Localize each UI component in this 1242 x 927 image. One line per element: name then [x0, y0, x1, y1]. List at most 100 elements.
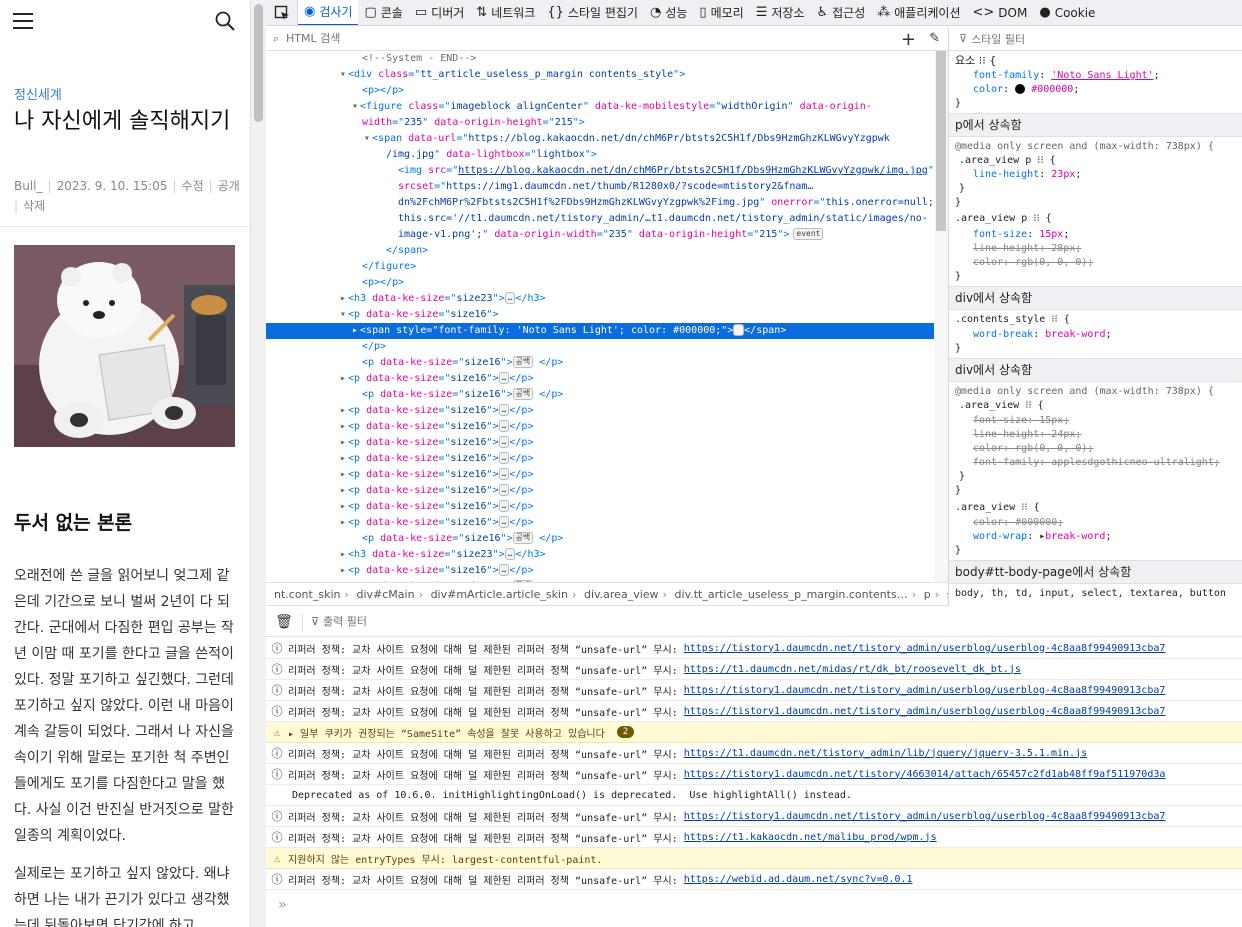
rule-declaration-overridden[interactable]: color: rgb(0, 0, 0);	[973, 256, 1093, 270]
tab-6[interactable]: ▯ 메모리	[693, 0, 749, 25]
tab-3[interactable]: ⇅ 네트워크	[470, 0, 541, 25]
console-source-link[interactable]: https://t1.kakaocdn.net/malibu_prod/wpm.…	[684, 832, 937, 843]
console-source-link[interactable]: https://tistory1.daumcdn.net/tistory_adm…	[684, 685, 1166, 696]
page-scrollbar[interactable]	[250, 0, 266, 927]
event-badge[interactable]: event	[793, 228, 824, 240]
expand-toggle-icon[interactable]: ▸	[340, 293, 346, 304]
collapsed-content-badge[interactable]: …	[498, 564, 510, 576]
markup-node[interactable]: ▾ <div class="tt_article_useless_p_margin…	[266, 67, 936, 83]
html-search-input[interactable]	[286, 32, 686, 45]
markup-node[interactable]: ▸ <p data-ke-size="size16">… </p>	[266, 515, 936, 531]
tab-0[interactable]: ◉ 검사기	[298, 0, 359, 25]
collapsed-content-badge[interactable]: …	[498, 372, 510, 384]
markup-node[interactable]: </figure>	[266, 259, 936, 275]
selected-node[interactable]: ▸ <span style="font-family: 'Noto Sans Li…	[266, 323, 936, 339]
breadcrumb-item[interactable]: nt.cont_skin	[266, 588, 348, 601]
collapsed-content-badge[interactable]: …	[504, 292, 516, 304]
rule-declaration[interactable]: font-size: 15px;	[973, 228, 1069, 242]
rule-declaration-overridden[interactable]: color: #000000;	[973, 516, 1063, 530]
delete-link[interactable]: 삭제	[23, 199, 45, 213]
rule-declaration-overridden[interactable]: font-size: 15px;	[973, 414, 1069, 428]
trash-icon[interactable]: 🗑	[266, 614, 302, 630]
console-message[interactable]: ⓘ 리퍼러 정책: 교차 사이트 요청에 대해 덜 제한된 리퍼러 정책 “uns…	[266, 701, 1242, 722]
console-message[interactable]: ⓘ 리퍼러 정책: 교차 사이트 요청에 대해 덜 제한된 리퍼러 정책 “uns…	[266, 659, 1242, 680]
post-category[interactable]: 정신세계	[14, 84, 62, 103]
markup-node[interactable]: <img src="https://blog.kakaocdn.net/dn/c…	[266, 163, 936, 179]
element-picker-icon[interactable]	[266, 0, 298, 25]
tab-2[interactable]: ▭ 디버거	[409, 0, 470, 25]
expand-toggle-icon[interactable]: ▸	[340, 549, 346, 560]
console-message[interactable]: ⚠ ▸ 일부 쿠키가 권장되는 “SameSite” 속성을 잘못 사용하고 있습…	[266, 722, 1242, 743]
expand-toggle-icon[interactable]: ▾	[364, 133, 370, 144]
collapsed-content-badge[interactable]: …	[498, 436, 510, 448]
rule-declaration[interactable]: color: #000000;	[973, 83, 1079, 97]
breadcrumb-item[interactable]: div.area_view	[572, 588, 667, 601]
console-source-link[interactable]: https://tistory1.daumcdn.net/tistory/466…	[684, 769, 1166, 780]
markup-node[interactable]: ▾ <figure class="imageblock alignCenter" …	[266, 99, 936, 115]
rule-declaration-overridden[interactable]: color: rgb(0, 0, 0);	[973, 442, 1093, 456]
rule-declaration-overridden[interactable]: font-family: applesdgothicneo-ultralight…	[973, 456, 1220, 470]
console-message[interactable]: ⓘ 리퍼러 정책: 교차 사이트 요청에 대해 덜 제한된 리퍼러 정책 “uns…	[266, 869, 1242, 890]
tab-10[interactable]: <> DOM	[967, 0, 1034, 25]
markup-node[interactable]: width="235" data-origin-height="215">	[266, 115, 936, 131]
markup-node[interactable]: ▸ <p data-ke-size="size16">… </p>	[266, 419, 936, 435]
collapsed-content-badge[interactable]: …	[498, 468, 510, 480]
post-image[interactable]	[14, 245, 235, 447]
markup-node[interactable]: <!--System - END-->	[266, 51, 936, 67]
breadcrumb-item[interactable]: div.tt_article_useless_p_margin.contents…	[663, 588, 916, 601]
collapsed-content-badge[interactable]: …	[498, 484, 510, 496]
markup-node[interactable]: </p>	[266, 339, 936, 355]
tab-8[interactable]: ♿ 접근성	[810, 0, 871, 25]
expand-toggle-icon[interactable]: ▸	[352, 325, 358, 336]
markup-node[interactable]: image-v1.png';" data-origin-width="235" …	[266, 227, 936, 243]
breadcrumb-item[interactable]: div#mArticle.article_skin	[419, 588, 576, 601]
tab-1[interactable]: ▢ 콘솔	[358, 0, 408, 25]
expand-toggle-icon[interactable]: ▸	[340, 501, 346, 512]
collapsed-content-badge[interactable]: …	[504, 548, 516, 560]
markup-scrollbar[interactable]	[934, 51, 948, 582]
markup-node[interactable]: </span>	[266, 243, 936, 259]
edit-link[interactable]: 수정	[182, 179, 204, 193]
console-source-link[interactable]: https://t1.daumcdn.net/midas/rt/dk_bt/ro…	[684, 664, 1021, 675]
tab-9[interactable]: ⁂ 애플리케이션	[871, 0, 966, 25]
add-node-icon[interactable]: +	[901, 29, 916, 50]
post-author[interactable]: Bull_	[14, 179, 43, 193]
console-message[interactable]: Deprecated as of 10.6.0. initHighlightin…	[266, 785, 1242, 806]
markup-node[interactable]: ▸ <p data-ke-size="size16">… </p>	[266, 435, 936, 451]
expand-toggle-icon[interactable]: ▸	[340, 453, 346, 464]
expand-toggle-icon[interactable]: ▸	[340, 373, 346, 384]
markup-node[interactable]: ▾ <p data-ke-size="size16">	[266, 307, 936, 323]
markup-node[interactable]: <p data-ke-size="size16">공백 </p>	[266, 387, 936, 403]
console-message[interactable]: ⓘ 리퍼러 정책: 교차 사이트 요청에 대해 덜 제한된 리퍼러 정책 “uns…	[266, 680, 1242, 701]
markup-node[interactable]: <p data-ke-size="size16">공백 </p>	[266, 355, 936, 371]
markup-node[interactable]: this.src='//t1.daumcdn.net/tistory_admin…	[266, 211, 936, 227]
markup-node[interactable]: ▸ <p data-ke-size="size16">… </p>	[266, 371, 936, 387]
expand-toggle-icon[interactable]: ▸	[340, 469, 346, 480]
console-message[interactable]: ⓘ 리퍼러 정책: 교차 사이트 요청에 대해 덜 제한된 리퍼러 정책 “uns…	[266, 743, 1242, 764]
console-source-link[interactable]: https://tistory1.daumcdn.net/tistory_adm…	[684, 811, 1166, 822]
breadcrumb-item[interactable]: div#cMain	[344, 588, 422, 601]
markup-node[interactable]: srcset="https://img1.daumcdn.net/thumb/R…	[266, 179, 936, 195]
expand-toggle-icon[interactable]: ▸	[340, 437, 346, 448]
console-filter-input[interactable]	[323, 615, 624, 628]
eyedropper-icon[interactable]: ✎	[929, 31, 940, 46]
rule-declaration[interactable]: line-height: 23px;	[973, 168, 1081, 182]
console-source-link[interactable]: https://tistory1.daumcdn.net/tistory_adm…	[684, 643, 1166, 654]
markup-node[interactable]: dn%2FchM6Pr%2Fbtsts2C5H1f%2FDbs9HzmGhzKL…	[266, 195, 936, 211]
markup-node[interactable]: ▸ <p data-ke-size="size16">… </p>	[266, 467, 936, 483]
expand-toggle-icon[interactable]: ▾	[352, 101, 358, 112]
rule-declaration[interactable]: font-family: 'Noto Sans Light';	[973, 69, 1160, 83]
console-message[interactable]: ⓘ 리퍼러 정책: 교차 사이트 요청에 대해 덜 제한된 리퍼러 정책 “uns…	[266, 764, 1242, 785]
console-message[interactable]: ⓘ 리퍼러 정책: 교차 사이트 요청에 대해 덜 제한된 리퍼러 정책 “uns…	[266, 806, 1242, 827]
public-link[interactable]: 공개	[218, 179, 240, 193]
console-source-link[interactable]: https://tistory1.daumcdn.net/tistory_adm…	[684, 706, 1166, 717]
markup-node[interactable]: ▸ <p data-ke-size="size16">… </p>	[266, 451, 936, 467]
markup-node[interactable]: <p></p>	[266, 275, 936, 291]
tab-5[interactable]: ◔ 성능	[644, 0, 693, 25]
tab-4[interactable]: {} 스타일 편집기	[541, 0, 644, 25]
console-source-link[interactable]: https://webid.ad.daum.net/sync?v=0.0.1	[684, 874, 913, 885]
style-filter[interactable]: ⊽ 스타일 필터	[949, 27, 1242, 51]
markup-node[interactable]: ▸ <h3 data-ke-size="size23">… </h3>	[266, 291, 936, 307]
markup-node[interactable]: ▾ <span data-url="https://blog.kakaocdn.n…	[266, 131, 936, 147]
markup-node[interactable]: ▸ <p data-ke-size="size16">… </p>	[266, 563, 936, 579]
